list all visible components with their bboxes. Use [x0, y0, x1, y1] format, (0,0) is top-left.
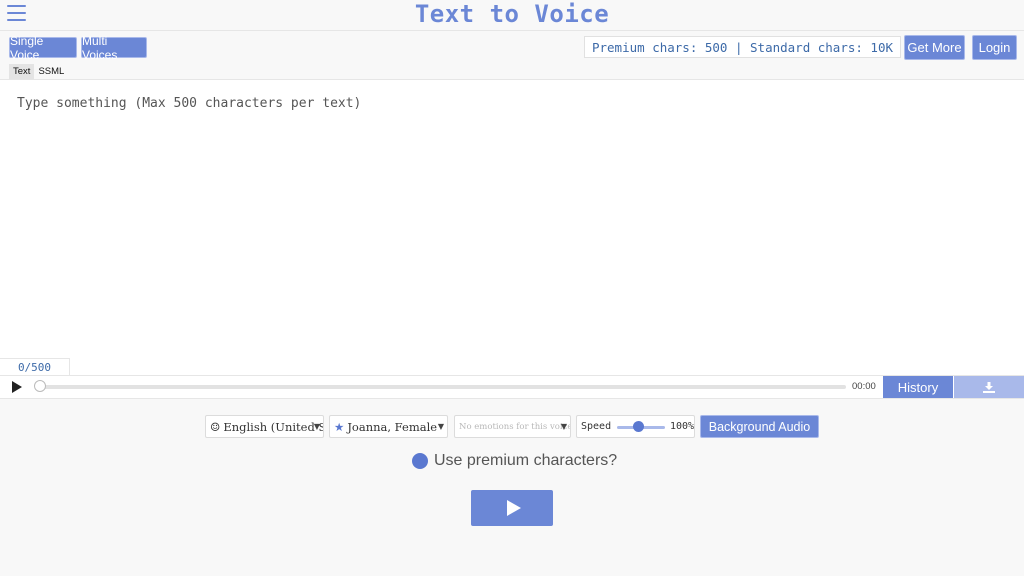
time-display: 00:00 [852, 381, 876, 392]
chars-info-box: Premium chars: 500 | Standard chars: 10K [584, 36, 901, 58]
text-input[interactable] [0, 80, 1024, 360]
voice-controls: ☺ English (United States) ▼ ★ Joanna, Fe… [0, 415, 1024, 438]
download-button[interactable] [954, 376, 1024, 398]
speed-value: 100% [670, 421, 695, 432]
language-value: English (United States) [223, 419, 323, 434]
single-voice-button[interactable]: Single Voice [9, 34, 77, 62]
seek-handle[interactable] [34, 380, 46, 392]
premium-radio[interactable] [412, 453, 428, 469]
emotion-value: No emotions for this voice [459, 421, 571, 432]
tab-ssml[interactable]: SSML [34, 64, 68, 79]
page-title: Text to Voice [414, 0, 610, 28]
emotion-select[interactable]: No emotions for this voice ▼ [454, 415, 571, 438]
seek-bar[interactable] [35, 385, 846, 389]
play-icon [506, 500, 521, 516]
top-bar: Text to Voice [0, 0, 1024, 31]
multi-voices-button[interactable]: Multi Voices [81, 34, 147, 62]
tab-text[interactable]: Text [9, 64, 35, 79]
char-counter: 0/500 [0, 358, 70, 375]
language-select[interactable]: ☺ English (United States) ▼ [205, 415, 324, 438]
premium-option: Use premium characters? [412, 452, 617, 470]
login-button[interactable]: Login [972, 35, 1017, 60]
audio-player: 00:00 [0, 376, 1024, 399]
voice-select[interactable]: ★ Joanna, Female ▼ [329, 415, 448, 438]
premium-label: Use premium characters? [434, 452, 618, 469]
star-icon: ★ [334, 419, 345, 434]
speed-slider-handle[interactable] [633, 421, 644, 432]
chevron-down-icon: ▼ [560, 422, 567, 431]
play-button[interactable] [471, 490, 553, 526]
chevron-down-icon: ▼ [437, 422, 444, 431]
speed-control: Speed 100% [576, 415, 695, 438]
history-button[interactable]: History [883, 376, 953, 398]
speed-label: Speed [581, 421, 612, 432]
smiley-icon: ☺ [210, 419, 221, 434]
editor-tabs: Text SSML [9, 64, 68, 79]
background-audio-button[interactable]: Background Audio [700, 415, 819, 438]
voice-value: Joanna, Female [347, 419, 438, 434]
download-icon [983, 381, 995, 393]
play-icon[interactable] [12, 381, 22, 393]
get-more-button[interactable]: Get More [904, 35, 965, 60]
chevron-down-icon: ▼ [313, 422, 320, 431]
text-editor [0, 79, 1024, 376]
